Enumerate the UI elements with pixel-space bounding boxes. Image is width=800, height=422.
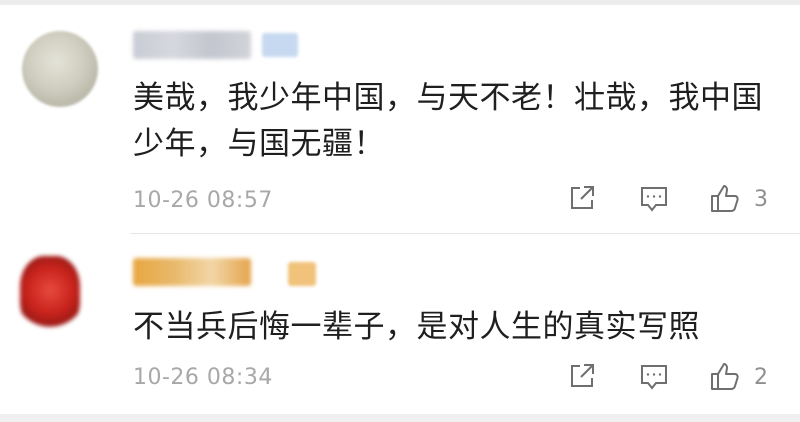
share-icon[interactable]	[565, 181, 599, 215]
bottom-separator	[0, 414, 800, 422]
comment-text: 美哉，我少年中国，与天不老！壮哉，我中国少年，与国无疆！	[133, 80, 763, 162]
thumbs-up-icon[interactable]	[708, 359, 742, 393]
share-icon[interactable]	[565, 359, 599, 393]
comment-timestamp: 10-26 08:34	[133, 365, 273, 390]
avatar[interactable]	[22, 31, 98, 107]
user-badge	[288, 262, 316, 286]
comment-text: 不当兵后悔一辈子，是对人生的真实写照	[133, 309, 700, 345]
username-blurred[interactable]	[133, 31, 251, 59]
like-count: 3	[754, 187, 768, 212]
comment-item: 不当兵后悔一辈子，是对人生的真实写照 10-26 08:34 2	[0, 234, 800, 414]
user-badge	[262, 33, 298, 57]
comment-timestamp: 10-26 08:57	[133, 188, 273, 213]
comment-icon[interactable]	[637, 359, 671, 393]
thumbs-up-icon[interactable]	[708, 181, 742, 215]
avatar[interactable]	[20, 256, 80, 332]
username-blurred[interactable]	[133, 258, 251, 286]
like-count: 2	[754, 365, 768, 390]
comment-item: 美哉，我少年中国，与天不老！壮哉，我中国少年，与国无疆！ 10-26 08:57…	[0, 5, 800, 233]
comment-icon[interactable]	[637, 181, 671, 215]
